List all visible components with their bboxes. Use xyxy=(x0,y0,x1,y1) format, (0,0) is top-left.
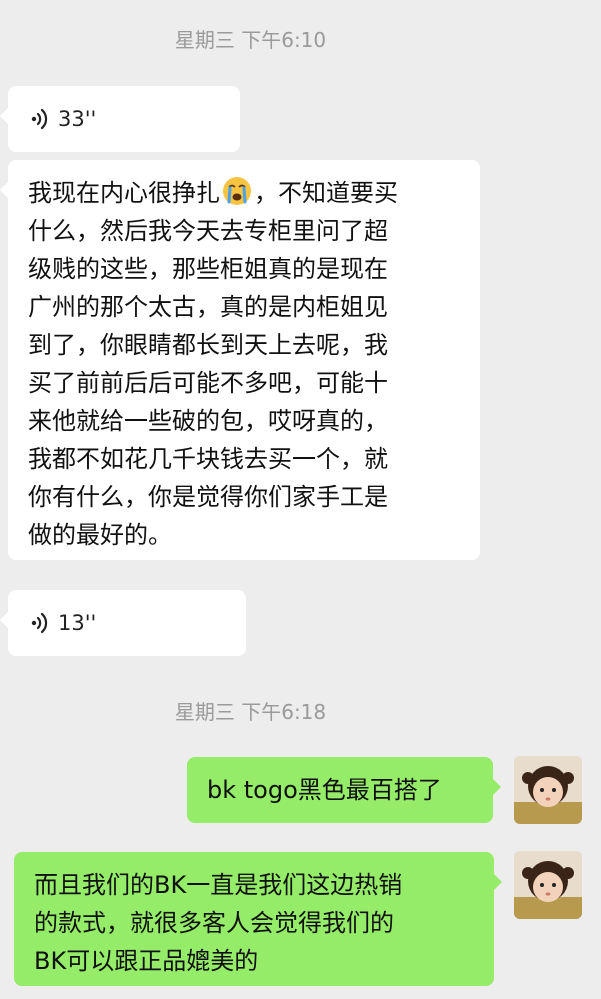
user-avatar[interactable] xyxy=(514,851,582,919)
message-line: 做的最好的。 xyxy=(28,521,172,549)
message-line: 的款式，就很多客人会觉得我们的 xyxy=(34,909,394,937)
timestamp: 星期三 下午6:10 xyxy=(174,28,327,52)
incoming-text-message[interactable]: 我现在内心很挣扎 ，不知道要买 什么，然后我今天去专柜里问了超 级贱的这些，那些… xyxy=(0,160,480,560)
voice-message[interactable]: 33'' xyxy=(0,86,240,152)
timestamp: 星期三 下午6:18 xyxy=(174,700,327,724)
message-line: 我现在内心很挣扎 ，不知道要买 xyxy=(28,174,460,212)
outgoing-text-message[interactable]: bk togo黑色最百搭了 xyxy=(187,757,501,823)
message-line: 级贱的这些，那些柜姐真的是现在 xyxy=(28,255,388,283)
voice-duration: 33'' xyxy=(58,107,97,131)
message-line: bk togo黑色最百搭了 xyxy=(207,776,442,804)
voice-wave-icon xyxy=(30,611,48,635)
message-line: BK可以跟正品媲美的 xyxy=(34,947,259,975)
message-line: 来他就给一些破的包，哎呀真的， xyxy=(28,407,388,435)
message-line: 什么，然后我今天去专柜里问了超 xyxy=(28,217,388,245)
message-line: 买了前前后后可能不多吧，可能十 xyxy=(28,369,388,397)
message-line: 广州的那个太古，真的是内柜姐见 xyxy=(28,293,388,321)
voice-message[interactable]: 13'' xyxy=(0,590,246,656)
message-line: 到了，你眼睛都长到天上去呢，我 xyxy=(28,331,388,359)
message-line: 我都不如花几千块钱去买一个，就 xyxy=(28,445,388,473)
voice-duration: 13'' xyxy=(58,611,97,635)
voice-wave-icon xyxy=(30,107,48,131)
crying-face-emoji-icon xyxy=(222,176,252,206)
message-line: 你有什么，你是觉得你们家手工是 xyxy=(28,483,388,511)
outgoing-text-message[interactable]: 而且我们的BK一直是我们这边热销 的款式，就很多客人会觉得我们的 BK可以跟正品… xyxy=(14,852,502,986)
message-line: 而且我们的BK一直是我们这边热销 xyxy=(34,871,403,899)
user-avatar[interactable] xyxy=(514,756,582,824)
